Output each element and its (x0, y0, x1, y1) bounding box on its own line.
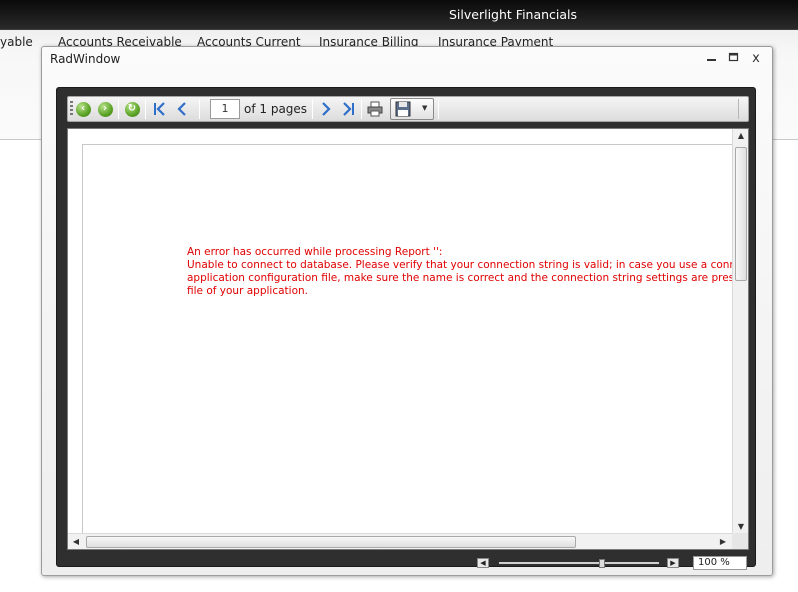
window-title: RadWindow (50, 52, 121, 66)
print-icon (367, 101, 383, 117)
forward-button[interactable]: › (96, 100, 114, 118)
zoom-slider-handle[interactable] (599, 559, 605, 568)
page-count-label: of 1 pages (244, 102, 308, 116)
first-page-button[interactable] (151, 100, 169, 118)
toolbar-overflow[interactable] (738, 99, 746, 119)
close-button[interactable]: x (748, 51, 764, 67)
scroll-left-icon[interactable]: ◀ (69, 537, 83, 546)
toolbar-separator (145, 100, 146, 119)
refresh-button[interactable]: ↻ (123, 100, 141, 118)
vertical-scroll-thumb[interactable] (735, 147, 747, 281)
horizontal-scrollbar[interactable]: ◀ ▶ (68, 533, 732, 549)
toolbar-separator (438, 100, 439, 119)
back-icon: ‹ (75, 101, 91, 117)
first-page-icon (154, 102, 165, 116)
previous-page-button[interactable] (173, 100, 191, 118)
chevron-down-icon: ▼ (422, 104, 428, 112)
report-toolbar: ‹ › ↻ 1 of 1 pages ▼ (67, 96, 749, 122)
last-page-button[interactable] (339, 100, 357, 118)
zoom-bar: ◀ ▶ 100 % (477, 556, 757, 570)
toolbar-separator (361, 100, 362, 119)
report-page: An error has occurred while processing R… (82, 144, 732, 544)
maximize-icon[interactable] (726, 51, 742, 67)
minimize-icon[interactable] (704, 51, 720, 67)
scroll-up-icon[interactable]: ▲ (734, 131, 748, 140)
app-header: Silverlight Financials (0, 0, 798, 30)
scroll-down-icon[interactable]: ▼ (734, 522, 748, 531)
rad-window: RadWindow x ‹ › ↻ 1 of 1 pages ▼ An erro… (41, 46, 773, 576)
error-line: Unable to connect to database. Please ve… (187, 259, 732, 271)
back-button[interactable]: ‹ (74, 100, 92, 118)
last-page-icon (343, 102, 354, 116)
horizontal-scroll-thumb[interactable] (86, 536, 576, 548)
zoom-slider[interactable] (499, 559, 659, 568)
scrollbar-corner (732, 533, 748, 549)
scroll-right-icon[interactable]: ▶ (716, 537, 730, 546)
forward-icon: › (97, 101, 113, 117)
zoom-out-button[interactable]: ◀ (477, 558, 489, 568)
refresh-icon: ↻ (124, 101, 140, 117)
vertical-scrollbar[interactable]: ▲ ▼ (732, 129, 748, 533)
toolbar-separator (199, 100, 200, 119)
next-page-button[interactable] (317, 100, 335, 118)
export-dropdown[interactable]: ▼ (390, 98, 434, 120)
next-page-icon (322, 102, 331, 116)
error-line: application configuration file, make sur… (187, 272, 732, 284)
error-message: An error has occurred while processing R… (187, 246, 732, 298)
previous-page-icon (177, 102, 186, 116)
toolbar-separator (118, 100, 119, 119)
app-title: Silverlight Financials (449, 7, 578, 22)
report-view: An error has occurred while processing R… (67, 128, 749, 550)
print-button[interactable] (366, 100, 384, 118)
toolbar-separator (312, 100, 313, 119)
page-number-input[interactable]: 1 (210, 99, 240, 119)
error-line: file of your application. (187, 285, 308, 297)
close-icon: x (752, 51, 760, 66)
zoom-level-select[interactable]: 100 % (693, 556, 747, 570)
zoom-in-button[interactable]: ▶ (667, 558, 679, 568)
nav-tab-payable[interactable]: yable (0, 35, 33, 49)
error-line: An error has occurred while processing R… (187, 246, 443, 258)
save-icon (395, 101, 411, 117)
toolbar-grip[interactable] (70, 101, 73, 117)
report-viewer: ‹ › ↻ 1 of 1 pages ▼ An error has occurr… (56, 87, 757, 570)
